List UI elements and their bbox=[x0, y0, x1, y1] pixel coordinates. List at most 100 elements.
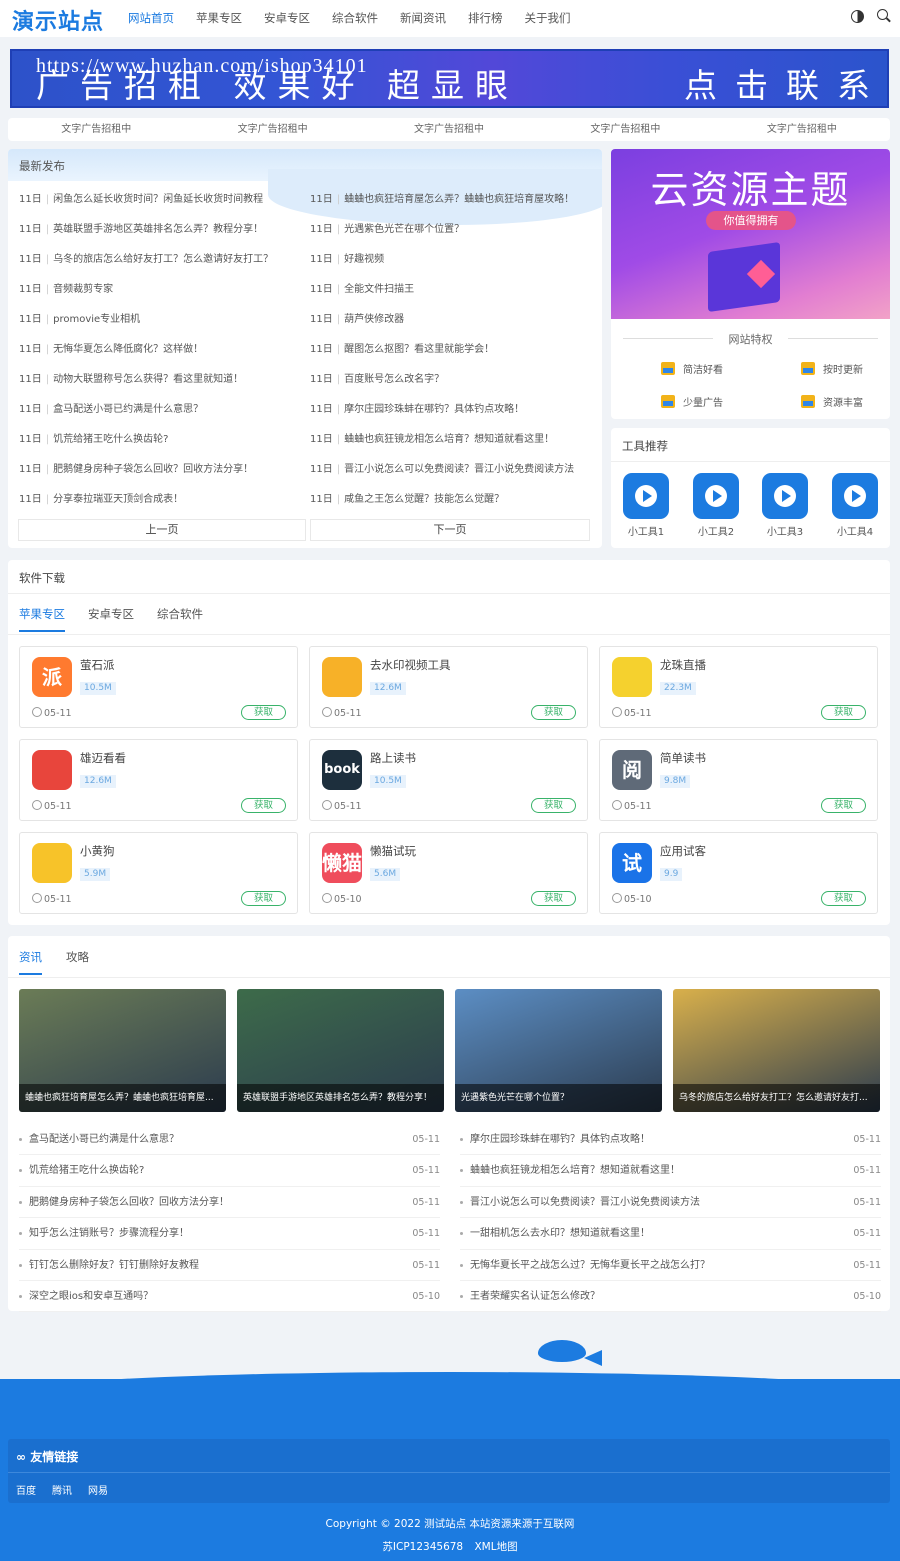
tool-item[interactable]: 小工具3 bbox=[762, 473, 808, 538]
app-card[interactable]: book 路上读书 10.5M 05-11 获取 bbox=[309, 739, 588, 821]
news-thumbnail[interactable]: 蛐蛐也疯狂培育屋怎么弄？蛐蛐也疯狂培育屋... bbox=[19, 989, 226, 1112]
latest-item[interactable]: 11日 | 百度账号怎么改名字？ bbox=[310, 365, 595, 395]
get-button[interactable]: 获取 bbox=[531, 705, 576, 720]
app-date: 05-11 bbox=[612, 800, 652, 812]
latest-item-day: 11日 bbox=[310, 194, 333, 205]
latest-item[interactable]: 11日 | 醒图怎么抠图？看这里就能学会！ bbox=[310, 335, 595, 365]
nav-apple[interactable]: 苹果专区 bbox=[196, 10, 242, 26]
tab-news[interactable]: 资讯 bbox=[19, 949, 42, 975]
latest-item[interactable]: 11日 | 英雄联盟手游地区英雄排名怎么弄？教程分享！ bbox=[19, 215, 304, 245]
app-card[interactable]: 龙珠直播 22.3M 05-11 获取 bbox=[599, 646, 878, 728]
latest-item[interactable]: 11日 | 咸鱼之王怎么觉醒？技能怎么觉醒？ bbox=[310, 485, 595, 515]
news-thumbnail[interactable]: 乌冬的旅店怎么给好友打工？怎么邀请好友打... bbox=[673, 989, 880, 1112]
app-icon: 阅 bbox=[612, 750, 652, 790]
text-ad[interactable]: 文字广告招租中 bbox=[184, 118, 360, 141]
app-card[interactable]: 去水印视频工具 12.6M 05-11 获取 bbox=[309, 646, 588, 728]
latest-item[interactable]: 11日 | 摩尔庄园珍珠蚌在哪钓？具体钓点攻略！ bbox=[310, 395, 595, 425]
theme-toggle-icon[interactable] bbox=[851, 10, 864, 23]
get-button[interactable]: 获取 bbox=[241, 891, 286, 906]
promo-image[interactable]: 云资源主题 你值得拥有 bbox=[611, 149, 890, 319]
tool-item[interactable]: 小工具4 bbox=[832, 473, 878, 538]
get-button[interactable]: 获取 bbox=[531, 798, 576, 813]
icp-link[interactable]: 苏ICP12345678 bbox=[382, 1541, 463, 1553]
app-card[interactable]: 派萤石派 10.5M 05-11 获取 bbox=[19, 646, 298, 728]
search-icon[interactable] bbox=[877, 9, 888, 20]
tool-item[interactable]: 小工具2 bbox=[693, 473, 739, 538]
app-card[interactable]: 试应用试客 9.9 05-10 获取 bbox=[599, 832, 878, 914]
latest-item[interactable]: 11日 | 葫芦侠修改器 bbox=[310, 305, 595, 335]
text-ad[interactable]: 文字广告招租中 bbox=[714, 118, 890, 141]
latest-item[interactable]: 11日 | 蛐蛐也疯狂镜龙相怎么培育？想知道就看这里！ bbox=[310, 425, 595, 455]
tab-software[interactable]: 综合软件 bbox=[157, 606, 203, 632]
tab-apple[interactable]: 苹果专区 bbox=[19, 606, 65, 632]
tab-guides[interactable]: 攻略 bbox=[66, 949, 89, 975]
text-ad[interactable]: 文字广告招租中 bbox=[8, 118, 184, 141]
news-thumbnail[interactable]: 光遇紫色光芒在哪个位置？ bbox=[455, 989, 662, 1112]
latest-item[interactable]: 11日 | 盒马配送小哥已约满是什么意思？ bbox=[19, 395, 304, 425]
latest-item[interactable]: 11日 | 无悔华夏怎么降低腐化？这样做！ bbox=[19, 335, 304, 365]
news-item[interactable]: 王者荣耀实名认证怎么修改？ 05-10 bbox=[460, 1281, 881, 1313]
separator: | bbox=[45, 434, 50, 445]
news-item[interactable]: 摩尔庄园珍珠蚌在哪钓？具体钓点攻略！ 05-11 bbox=[460, 1124, 881, 1156]
app-size: 9.8M bbox=[660, 775, 691, 788]
site-logo[interactable]: 演示站点 bbox=[12, 4, 104, 36]
friend-links-list: 百度 腾讯 网易 bbox=[16, 1482, 124, 1497]
news-item[interactable]: 肥鹅健身房种子袋怎么回收？回收方法分享！ 05-11 bbox=[19, 1187, 440, 1219]
sitemap-link[interactable]: XML地图 bbox=[474, 1541, 517, 1553]
latest-item[interactable]: 11日 | 晋江小说怎么可以免费阅读？晋江小说免费阅读方法 bbox=[310, 455, 595, 485]
news-item[interactable]: 盒马配送小哥已约满是什么意思？ 05-11 bbox=[19, 1124, 440, 1156]
app-card[interactable]: 阅简单读书 9.8M 05-11 获取 bbox=[599, 739, 878, 821]
ad-banner[interactable]: 广告招租 效果好 超显眼 点击联系 https://www.huzhan.com… bbox=[10, 49, 889, 108]
text-ad[interactable]: 文字广告招租中 bbox=[361, 118, 537, 141]
get-button[interactable]: 获取 bbox=[241, 705, 286, 720]
nav-android[interactable]: 安卓专区 bbox=[264, 10, 310, 26]
friend-links-box: ∞ 友情链接 百度 腾讯 网易 bbox=[8, 1439, 890, 1503]
news-item[interactable]: 无悔华夏长平之战怎么过？无悔华夏长平之战怎么打？ 05-11 bbox=[460, 1250, 881, 1281]
get-button[interactable]: 获取 bbox=[821, 891, 866, 906]
app-card[interactable]: 小黄狗 5.9M 05-11 获取 bbox=[19, 832, 298, 914]
latest-item[interactable]: 11日 | 全能文件扫描王 bbox=[310, 275, 595, 305]
tool-item[interactable]: 小工具1 bbox=[623, 473, 669, 538]
friend-link[interactable]: 百度 bbox=[16, 1482, 36, 1497]
news-item[interactable]: 饥荒给猪王吃什么换齿轮? 05-11 bbox=[19, 1155, 440, 1187]
nav-about[interactable]: 关于我们 bbox=[525, 10, 571, 26]
prev-page-button[interactable]: 上一页 bbox=[18, 519, 306, 541]
latest-item[interactable]: 11日 | 肥鹅健身房种子袋怎么回收？回收方法分享！ bbox=[19, 455, 304, 485]
nav-home[interactable]: 网站首页 bbox=[128, 10, 174, 26]
latest-item[interactable]: 11日 | 分享泰拉瑞亚天顶剑合成表！ bbox=[19, 485, 304, 515]
latest-item[interactable]: 11日 | 乌冬的旅店怎么给好友打工？怎么邀请好友打工？ bbox=[19, 245, 304, 275]
get-button[interactable]: 获取 bbox=[531, 891, 576, 906]
play-icon bbox=[762, 473, 808, 519]
get-button[interactable]: 获取 bbox=[241, 798, 286, 813]
friend-link[interactable]: 网易 bbox=[88, 1482, 108, 1497]
latest-item[interactable]: 11日 | 动物大联盟称号怎么获得？看这里就知道！ bbox=[19, 365, 304, 395]
nav-software[interactable]: 综合软件 bbox=[332, 10, 378, 26]
get-button[interactable]: 获取 bbox=[821, 798, 866, 813]
text-ad[interactable]: 文字广告招租中 bbox=[537, 118, 713, 141]
friend-link[interactable]: 腾讯 bbox=[52, 1482, 72, 1497]
nav-news[interactable]: 新闻资讯 bbox=[400, 10, 446, 26]
separator: | bbox=[336, 434, 341, 445]
latest-item[interactable]: 11日 | promovie专业相机 bbox=[19, 305, 304, 335]
latest-item[interactable]: 11日 | 饥荒给猪王吃什么换齿轮? bbox=[19, 425, 304, 455]
news-item[interactable]: 知乎怎么注销账号？步骤流程分享！ 05-11 bbox=[19, 1218, 440, 1250]
app-card[interactable]: 雄迈看看 12.6M 05-11 获取 bbox=[19, 739, 298, 821]
latest-item[interactable]: 11日 | 蛐蛐也疯狂培育屋怎么弄？蛐蛐也疯狂培育屋攻略！ bbox=[310, 185, 595, 215]
latest-item[interactable]: 11日 | 闲鱼怎么延长收货时间？闲鱼延长收货时间教程 bbox=[19, 185, 304, 215]
next-page-button[interactable]: 下一页 bbox=[310, 519, 590, 541]
news-item[interactable]: 钉钉怎么删除好友？钉钉删除好友教程 05-11 bbox=[19, 1250, 440, 1281]
news-item[interactable]: 一甜相机怎么去水印？想知道就看这里！ 05-11 bbox=[460, 1218, 881, 1250]
fish-icon bbox=[538, 1340, 586, 1362]
latest-item[interactable]: 11日 | 音频裁剪专家 bbox=[19, 275, 304, 305]
tab-android[interactable]: 安卓专区 bbox=[88, 606, 134, 632]
latest-item[interactable]: 11日 | 好趣视频 bbox=[310, 245, 595, 275]
nav-ranking[interactable]: 排行榜 bbox=[468, 10, 503, 26]
news-item[interactable]: 深空之眼ios和安卓互通吗？ 05-10 bbox=[19, 1281, 440, 1313]
news-item[interactable]: 晋江小说怎么可以免费阅读？晋江小说免费阅读方法 05-11 bbox=[460, 1187, 881, 1219]
app-card[interactable]: 懒猫 懒猫试玩 5.6M 05-10 获取 bbox=[309, 832, 588, 914]
news-item[interactable]: 蛐蛐也疯狂镜龙相怎么培育？想知道就看这里！ 05-11 bbox=[460, 1155, 881, 1187]
latest-item[interactable]: 11日 | 光遇紫色光芒在哪个位置？ bbox=[310, 215, 595, 245]
feature-icon bbox=[801, 362, 815, 375]
get-button[interactable]: 获取 bbox=[821, 705, 866, 720]
news-thumbnail[interactable]: 英雄联盟手游地区英雄排名怎么弄？教程分享！ bbox=[237, 989, 444, 1112]
